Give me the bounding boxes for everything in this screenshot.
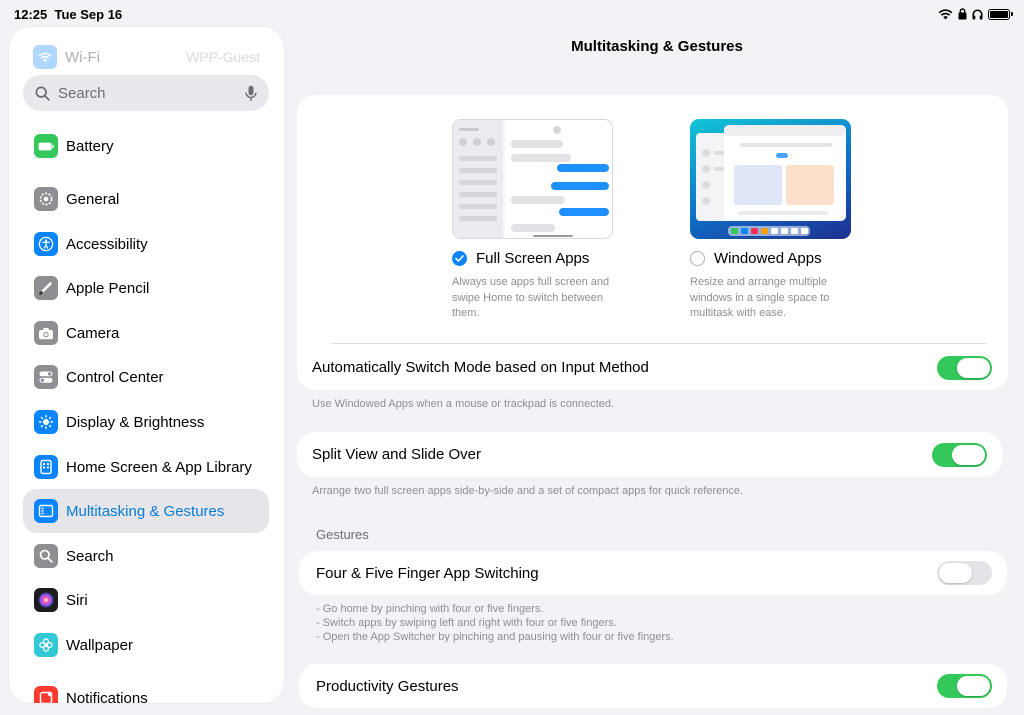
windowed-description: Resize and arrange multiple windows in a… [690,276,830,319]
footnote-line: - Switch apps by swiping left and right … [316,617,617,629]
divider [332,343,987,344]
windowed-label: Windowed Apps [714,250,822,267]
four-five-finger-label: Four & Five Finger App Switching [316,565,539,582]
full-screen-preview[interactable] [452,119,613,239]
sidebar-item-battery[interactable]: Battery [23,124,269,168]
sidebar-item-home-screen[interactable]: Home Screen & App Library [23,445,269,489]
wifi-icon [33,45,57,69]
status-icons [938,8,1013,20]
footnote-line: - Go home by pinching with four or five … [316,603,544,615]
sidebar-item-label: General [66,190,120,208]
sidebar-item-label: Wi-Fi [65,48,100,66]
sidebar-item-siri[interactable]: Siri [23,578,269,622]
mode-option-full-screen[interactable]: Full Screen Apps Always use apps full sc… [452,119,622,322]
sidebar-item-label: Wallpaper [66,636,133,654]
sidebar-item-label: Battery [66,137,114,155]
auto-switch-label: Automatically Switch Mode based on Input… [312,359,649,376]
mic-icon[interactable] [245,85,257,102]
sidebar-item-label: Multitasking & Gestures [66,502,225,520]
pencil-icon [34,276,58,300]
sidebar-item-multitasking[interactable]: Multitasking & Gestures [23,489,269,533]
sidebar-item-notifications[interactable]: Notifications [23,676,269,703]
split-view-toggle[interactable] [932,443,987,467]
windowed-radio-row[interactable]: Windowed Apps [690,250,860,267]
sidebar-item-camera[interactable]: Camera [23,311,269,355]
sidebar-item-search[interactable]: Search [23,534,269,578]
accessibility-icon [34,232,58,256]
full-screen-description: Always use apps full screen and swipe Ho… [452,276,610,319]
sidebar-item-label: Display & Brightness [66,413,205,431]
productivity-gestures-toggle[interactable] [937,674,992,698]
sidebar-item-label: Apple Pencil [66,279,150,297]
auto-switch-footnote: Use Windowed Apps when a mouse or trackp… [312,398,615,410]
sidebar-item-wallpaper[interactable]: Wallpaper [23,623,269,667]
siri-icon [34,588,58,612]
split-view-label: Split View and Slide Over [312,446,481,463]
sun-icon [34,410,58,434]
sidebar-item-label: Search [66,547,114,565]
mode-option-windowed[interactable]: Windowed Apps Resize and arrange multipl… [690,119,860,322]
lock-rotation-icon [958,8,967,20]
camera-icon [34,321,58,345]
battery-status-icon [988,8,1013,20]
sidebar-item-label: Home Screen & App Library [66,458,252,476]
headphones-icon [972,8,983,19]
full-screen-radio-row[interactable]: Full Screen Apps [452,250,622,267]
four-five-finger-footnote: - Go home by pinching with four or five … [316,602,674,644]
sidebar-item-accessibility[interactable]: Accessibility [23,222,269,266]
wifi-icon [938,8,953,19]
sidebar-item-display-brightness[interactable]: Display & Brightness [23,400,269,444]
search-placeholder: Search [58,84,106,102]
sidebar-item-general[interactable]: General [23,177,269,221]
full-screen-label: Full Screen Apps [476,250,590,267]
checkmark-icon[interactable] [452,251,467,266]
sidebar-item-label: Siri [66,591,88,609]
multitasking-icon [34,499,58,523]
battery-icon [34,134,58,158]
mode-card: Full Screen Apps Always use apps full sc… [297,95,1008,390]
radio-empty-icon[interactable] [690,251,705,266]
status-time: 12:25 Tue Sep 16 [14,7,123,22]
sidebar-item-label: Camera [66,324,120,342]
switches-icon [34,365,58,389]
sidebar-item-wifi[interactable]: Wi-Fi WPP-Guest [33,43,260,71]
sidebar-item-control-center[interactable]: Control Center [23,355,269,399]
windowed-preview[interactable] [690,119,851,239]
auto-switch-toggle[interactable] [937,356,992,380]
bell-icon [34,686,58,703]
wifi-network-name: WPP-Guest [186,49,260,65]
search-icon [34,544,58,568]
home-screen-icon [34,455,58,479]
search-input[interactable]: Search [23,75,269,111]
footnote-line: - Open the App Switcher by pinching and … [316,631,674,643]
sidebar: Wi-Fi WPP-Guest Search Battery General A… [9,27,284,703]
page-title: Multitasking & Gestures [571,38,743,55]
sidebar-item-label: Notifications [66,689,148,704]
split-view-footnote: Arrange two full screen apps side-by-sid… [312,485,744,497]
sidebar-item-apple-pencil[interactable]: Apple Pencil [23,266,269,310]
sidebar-item-label: Control Center [66,368,164,386]
search-icon [35,86,50,101]
gear-icon [34,187,58,211]
gestures-section-header: Gestures [316,527,369,542]
sidebar-item-label: Accessibility [66,235,148,253]
four-five-finger-toggle[interactable] [937,561,992,585]
productivity-gestures-label: Productivity Gestures [316,678,459,695]
flower-icon [34,633,58,657]
